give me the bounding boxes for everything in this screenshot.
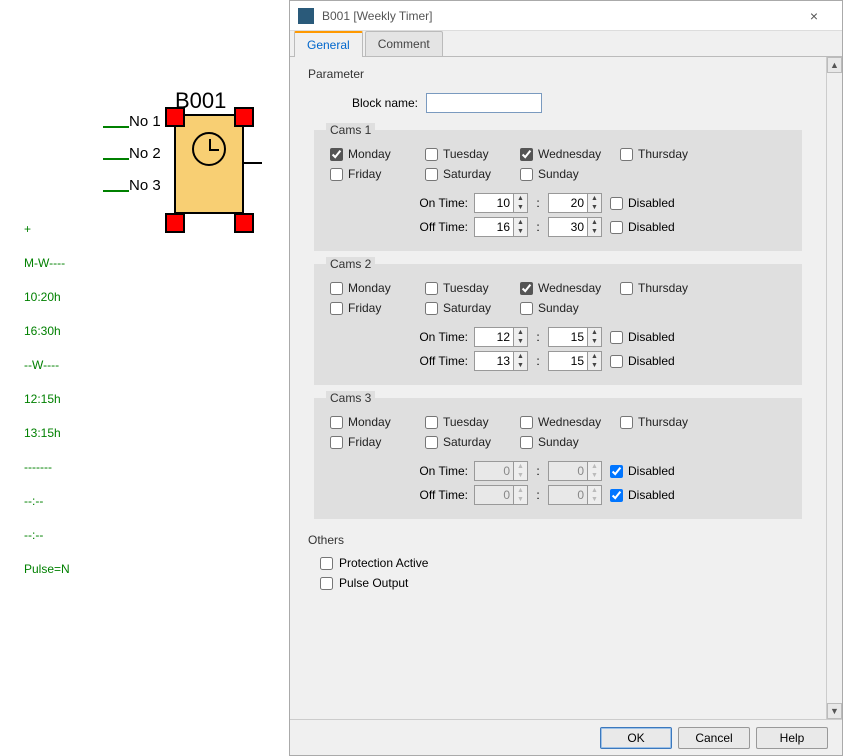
cams1-tuesday[interactable]: Tuesday (425, 147, 520, 161)
window-title: B001 [Weekly Timer] (322, 9, 794, 23)
cams3-sunday[interactable]: Sunday (520, 435, 620, 449)
spinner-arrows-icon[interactable]: ▲▼ (588, 327, 602, 347)
pulse-output[interactable]: Pulse Output (308, 573, 808, 593)
spinner-arrows-icon[interactable]: ▲▼ (588, 217, 602, 237)
spinner-arrows-icon: ▲▼ (514, 485, 528, 505)
properties-dialog: B001 [Weekly Timer] × General Comment Pa… (289, 0, 843, 756)
cams1-on-min[interactable]: ▲▼ (548, 193, 602, 213)
spinner-arrows-icon[interactable]: ▲▼ (514, 351, 528, 371)
others-group: Others Protection Active Pulse Output (308, 533, 808, 593)
cams1-off-hour[interactable]: ▲▼ (474, 217, 528, 237)
tab-bar: General Comment (290, 31, 842, 57)
cams2-friday[interactable]: Friday (330, 301, 425, 315)
cams3-on-hour[interactable]: ▲▼ (474, 461, 528, 481)
cams-1-group: Cams 1 Monday Tuesday Wednesday Thursday… (314, 123, 802, 251)
diagram-canvas: B001 No 1 No 2 No 3 +M-W----10:20h 16:30… (0, 0, 289, 756)
cams-2-group: Cams 2 Monday Tuesday Wednesday Thursday… (314, 257, 802, 385)
cams3-on-disabled[interactable]: Disabled (610, 464, 675, 478)
spinner-arrows-icon[interactable]: ▲▼ (514, 193, 528, 213)
spinner-arrows-icon[interactable]: ▲▼ (514, 327, 528, 347)
scroll-down-icon[interactable]: ▼ (827, 703, 842, 719)
cams2-saturday[interactable]: Saturday (425, 301, 520, 315)
resize-handle-br[interactable] (234, 213, 254, 233)
input-connector-3[interactable] (103, 190, 129, 192)
titlebar[interactable]: B001 [Weekly Timer] × (290, 1, 842, 31)
cams3-tuesday[interactable]: Tuesday (425, 415, 520, 429)
cams2-thursday[interactable]: Thursday (620, 281, 715, 295)
cams3-off-hour[interactable]: ▲▼ (474, 485, 528, 505)
cams3-thursday[interactable]: Thursday (620, 415, 715, 429)
cams2-on-hour[interactable]: ▲▼ (474, 327, 528, 347)
input-label-3: No 3 (129, 177, 161, 194)
spinner-arrows-icon: ▲▼ (588, 485, 602, 505)
cams2-wednesday[interactable]: Wednesday (520, 281, 620, 295)
cams2-sunday[interactable]: Sunday (520, 301, 620, 315)
input-label-1: No 1 (129, 113, 161, 130)
cams2-off-disabled[interactable]: Disabled (610, 354, 675, 368)
cams2-on-disabled[interactable]: Disabled (610, 330, 675, 344)
cams1-monday[interactable]: Monday (330, 147, 425, 161)
scroll-up-icon[interactable]: ▲ (827, 57, 842, 73)
cams3-monday[interactable]: Monday (330, 415, 425, 429)
cams3-off-min[interactable]: ▲▼ (548, 485, 602, 505)
block-name-input[interactable] (426, 93, 542, 113)
tab-comment[interactable]: Comment (365, 31, 443, 56)
vertical-scrollbar[interactable]: ▲ ▼ (826, 57, 842, 719)
cams-3-group: Cams 3 Monday Tuesday Wednesday Thursday… (314, 391, 802, 519)
tab-general[interactable]: General (294, 31, 363, 57)
output-connector[interactable] (244, 162, 262, 164)
spinner-arrows-icon[interactable]: ▲▼ (588, 193, 602, 213)
cams1-wednesday[interactable]: Wednesday (520, 147, 620, 161)
cams1-off-min[interactable]: ▲▼ (548, 217, 602, 237)
spinner-arrows-icon: ▲▼ (514, 461, 528, 481)
input-connector-1[interactable] (103, 126, 129, 128)
cams1-on-hour[interactable]: ▲▼ (474, 193, 528, 213)
block-name-label: Block name: (348, 96, 418, 110)
app-icon (298, 8, 314, 24)
cams2-tuesday[interactable]: Tuesday (425, 281, 520, 295)
dialog-footer: OK Cancel Help (290, 719, 842, 755)
cams3-off-disabled[interactable]: Disabled (610, 488, 675, 502)
parameter-legend: Parameter (308, 67, 370, 81)
spinner-arrows-icon[interactable]: ▲▼ (514, 217, 528, 237)
resize-handle-tr[interactable] (234, 107, 254, 127)
input-connector-2[interactable] (103, 158, 129, 160)
close-icon[interactable]: × (794, 8, 834, 24)
cams2-monday[interactable]: Monday (330, 281, 425, 295)
cams1-sunday[interactable]: Sunday (520, 167, 620, 181)
cams3-on-min[interactable]: ▲▼ (548, 461, 602, 481)
clock-icon (192, 132, 226, 166)
cams1-on-disabled[interactable]: Disabled (610, 196, 675, 210)
cams3-friday[interactable]: Friday (330, 435, 425, 449)
input-label-2: No 2 (129, 145, 161, 162)
cams1-thursday[interactable]: Thursday (620, 147, 715, 161)
cancel-button[interactable]: Cancel (678, 727, 750, 749)
cams3-saturday[interactable]: Saturday (425, 435, 520, 449)
cams1-saturday[interactable]: Saturday (425, 167, 520, 181)
cams2-off-hour[interactable]: ▲▼ (474, 351, 528, 371)
cams1-friday[interactable]: Friday (330, 167, 425, 181)
spinner-arrows-icon[interactable]: ▲▼ (588, 351, 602, 371)
resize-handle-bl[interactable] (165, 213, 185, 233)
cams3-wednesday[interactable]: Wednesday (520, 415, 620, 429)
resize-handle-tl[interactable] (165, 107, 185, 127)
cams2-on-min[interactable]: ▲▼ (548, 327, 602, 347)
protection-active[interactable]: Protection Active (308, 553, 808, 573)
others-legend: Others (308, 533, 350, 547)
block-summary: +M-W----10:20h 16:30h--W----12:15h 13:15… (24, 212, 70, 586)
help-button[interactable]: Help (756, 727, 828, 749)
cams1-off-disabled[interactable]: Disabled (610, 220, 675, 234)
ok-button[interactable]: OK (600, 727, 672, 749)
cams2-off-min[interactable]: ▲▼ (548, 351, 602, 371)
parameter-group: Parameter Block name: Cams 1 Monday Tues… (308, 67, 808, 525)
spinner-arrows-icon: ▲▼ (588, 461, 602, 481)
